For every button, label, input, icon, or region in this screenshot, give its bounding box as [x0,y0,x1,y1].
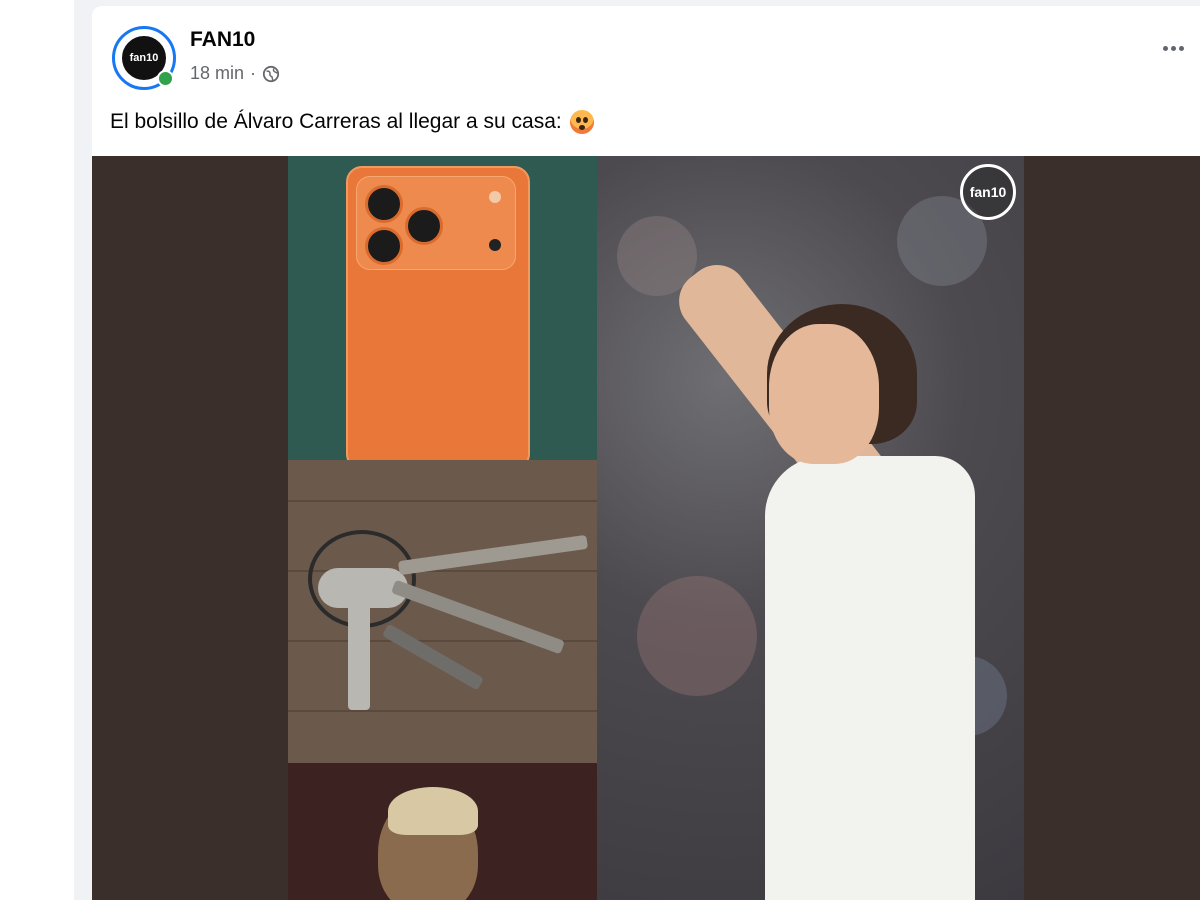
camera-lens [365,185,403,223]
avatar-logo-text: fan10 [129,52,159,64]
player-photo-large: fan10 [597,156,1024,900]
camera-module [356,176,516,270]
camera-lens [365,227,403,265]
player-shirt [765,456,975,900]
globe-icon[interactable] [262,65,280,83]
orange-phone [346,166,530,460]
left-sidebar-strip [0,0,74,900]
camera-flash [489,191,501,203]
author-avatar[interactable]: fan10 [112,26,176,90]
post-meta: 18 min · [190,63,280,84]
watermark-text: fan10 [969,184,1007,200]
online-status-dot [157,70,174,87]
post-card: fan10 FAN10 18 min · El bolsillo de Álva… [92,6,1200,900]
player-face [769,324,879,464]
fan10-watermark: fan10 [960,164,1016,220]
camera-sensor [489,239,501,251]
post-image[interactable]: fan10 [92,156,1200,900]
player-hair [388,787,478,835]
post-caption: El bolsillo de Álvaro Carreras al llegar… [110,110,594,134]
caption-text: El bolsillo de Álvaro Carreras al llegar… [110,110,562,133]
phone-photo [288,156,597,460]
meta-separator: · [250,63,257,83]
hot-face-emoji-icon [569,110,594,134]
key [381,623,485,691]
player-photo-small [288,763,597,900]
post-time[interactable]: 18 min [190,63,244,84]
camera-lens [405,207,443,245]
keys-photo [288,460,597,763]
more-options-icon[interactable] [1163,46,1184,51]
author-name[interactable]: FAN10 [190,28,255,52]
